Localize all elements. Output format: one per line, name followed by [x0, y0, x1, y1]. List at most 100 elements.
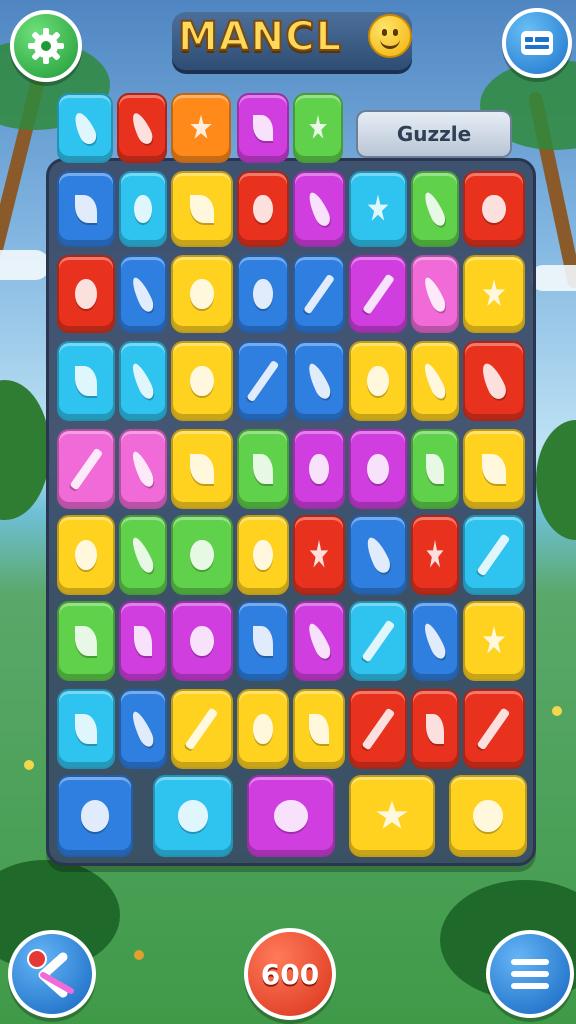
candy-tile[interactable] [349, 601, 407, 681]
candy-tile[interactable] [463, 171, 525, 247]
hamburger-menu-icon [511, 959, 549, 989]
candy-tile[interactable] [411, 171, 459, 247]
candy-tile[interactable] [349, 429, 407, 509]
candy-tile[interactable] [171, 171, 233, 247]
candy-tile[interactable] [119, 341, 167, 421]
candy-tile[interactable] [411, 341, 459, 421]
score-value: 600 [260, 957, 320, 991]
pencil-candy-icon [477, 707, 511, 751]
candy-tile[interactable] [349, 515, 407, 595]
candy-tile[interactable] [57, 689, 115, 769]
gear-icon [28, 28, 64, 64]
candy-tile[interactable] [237, 601, 289, 681]
candy-tile[interactable] [117, 93, 167, 163]
leaf-candy-icon [75, 713, 97, 745]
score-button[interactable]: 600 [244, 928, 336, 1020]
candy-tile[interactable] [463, 601, 525, 681]
candy-tile[interactable] [119, 515, 167, 595]
candy-tile[interactable] [349, 255, 407, 333]
candy-tile[interactable] [119, 255, 167, 333]
dot-candy-icon [367, 365, 389, 397]
candy-tile[interactable] [293, 601, 345, 681]
bean-candy-icon [362, 534, 394, 576]
candy-tile[interactable] [463, 341, 525, 421]
leaf-candy-icon [75, 194, 97, 224]
back-button[interactable] [8, 930, 96, 1018]
candy-tile[interactable] [237, 429, 289, 509]
candy-tile[interactable] [57, 93, 113, 163]
menu-button[interactable] [486, 930, 574, 1018]
candy-tile[interactable] [463, 515, 525, 595]
dot-candy-icon [473, 800, 503, 832]
bean-candy-icon [128, 448, 158, 490]
candy-tile[interactable] [463, 255, 525, 333]
pencil-candy-icon [477, 533, 511, 577]
candy-tile[interactable] [411, 601, 459, 681]
candy-tile[interactable] [411, 429, 459, 509]
candy-tile[interactable] [449, 775, 527, 857]
dot-candy-icon [190, 365, 214, 397]
candy-tile[interactable] [153, 775, 233, 857]
cloud-left [0, 250, 50, 280]
leaf-candy-icon [253, 453, 273, 485]
leaf-candy-icon [190, 453, 214, 485]
candy-tile[interactable] [293, 171, 345, 247]
bean-candy-icon [304, 360, 334, 402]
star-candy-icon [309, 539, 329, 568]
candy-tile[interactable] [349, 341, 407, 421]
candy-tile[interactable] [463, 429, 525, 509]
bean-candy-icon [129, 274, 157, 314]
candy-tile[interactable] [171, 429, 233, 509]
candy-tile[interactable] [57, 775, 133, 857]
candy-tile[interactable] [237, 171, 289, 247]
candy-tile[interactable] [293, 689, 345, 769]
candy-tile[interactable] [237, 515, 289, 595]
dot-candy-icon [482, 194, 506, 224]
candy-tile[interactable] [57, 601, 115, 681]
candy-tile[interactable] [349, 171, 407, 247]
candy-tile[interactable] [247, 775, 335, 857]
candy-tile[interactable] [293, 255, 345, 333]
candy-tile[interactable] [57, 515, 115, 595]
candy-tile[interactable] [171, 255, 233, 333]
flower-right [552, 706, 562, 716]
candy-tile[interactable] [237, 341, 289, 421]
candy-tile[interactable] [237, 255, 289, 333]
candy-tile[interactable] [119, 689, 167, 769]
candy-tile[interactable] [411, 689, 459, 769]
candy-tile[interactable] [463, 689, 525, 769]
candy-tile[interactable] [171, 93, 231, 163]
candy-tile[interactable] [119, 601, 167, 681]
candy-tile[interactable] [237, 93, 289, 163]
candy-tile[interactable] [171, 515, 233, 595]
candy-tile[interactable] [293, 341, 345, 421]
star-candy-icon [482, 625, 506, 654]
candy-tile[interactable] [119, 171, 167, 247]
settings-button[interactable] [10, 10, 82, 82]
candy-tile[interactable] [171, 689, 233, 769]
star-candy-icon [482, 279, 506, 307]
star-candy-icon [426, 539, 444, 568]
back-arrow-icon [27, 949, 74, 998]
dot-candy-icon [253, 194, 273, 224]
candy-tile[interactable] [293, 93, 343, 163]
candy-tile[interactable] [237, 689, 289, 769]
candy-tile[interactable] [57, 255, 115, 333]
candy-tile[interactable] [57, 341, 115, 421]
candy-tile[interactable] [293, 515, 345, 595]
candy-tile[interactable] [57, 429, 115, 509]
candy-tile[interactable] [171, 341, 233, 421]
flower-left [24, 760, 34, 770]
bean-candy-icon [478, 360, 510, 402]
candy-tile[interactable] [349, 775, 435, 857]
bean-candy-icon [70, 109, 100, 147]
candy-tile[interactable] [293, 429, 345, 509]
star-candy-icon [376, 800, 408, 829]
candy-tile[interactable] [411, 255, 459, 333]
candy-tile[interactable] [171, 601, 233, 681]
candy-tile[interactable] [119, 429, 167, 509]
candy-tile[interactable] [349, 689, 407, 769]
candy-tile[interactable] [411, 515, 459, 595]
candy-tile[interactable] [57, 171, 115, 247]
ticket-button[interactable] [502, 8, 572, 78]
